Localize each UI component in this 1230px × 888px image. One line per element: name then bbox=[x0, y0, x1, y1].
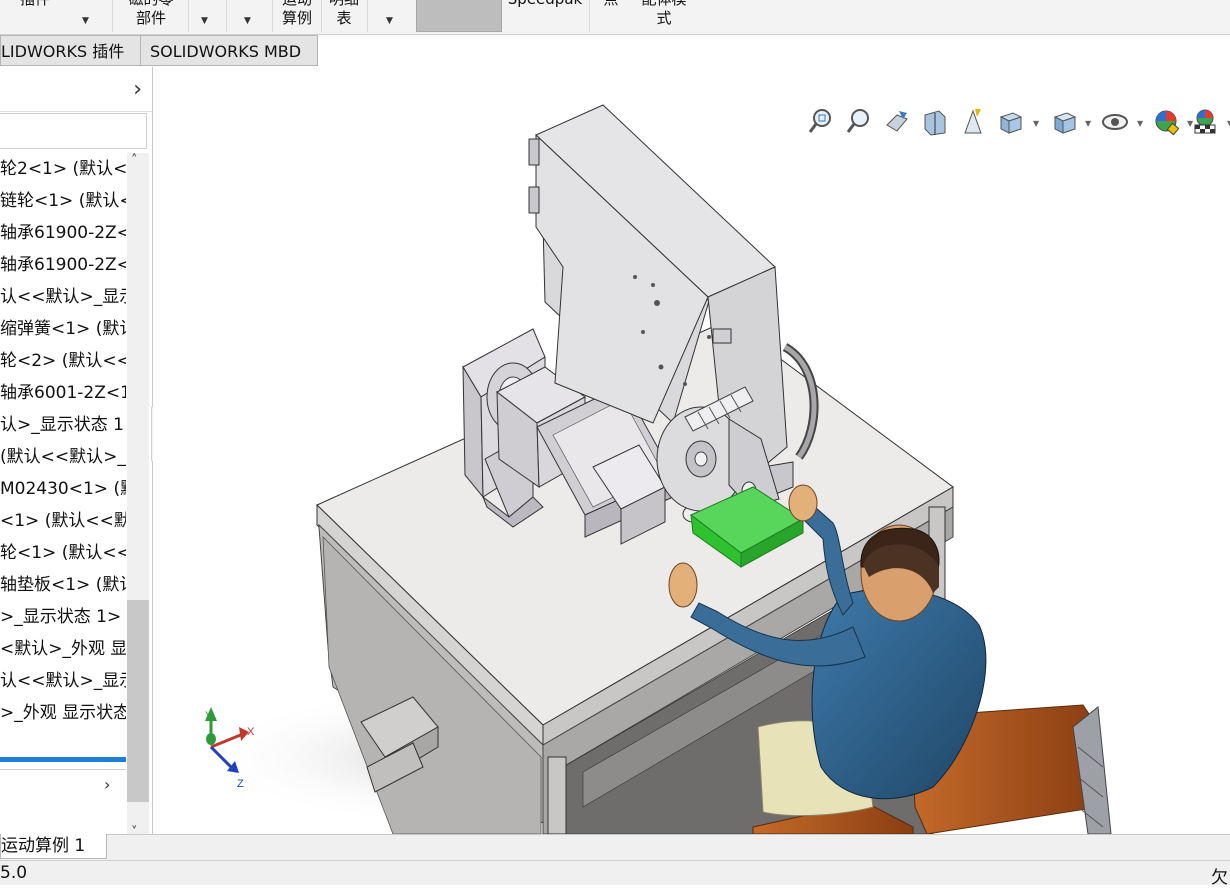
tree-item[interactable]: 轮<1> (默认<<默 bbox=[0, 537, 126, 569]
tree-item[interactable]: 轴承61900-2Z< bbox=[0, 217, 126, 249]
command-manager-ribbon: 插件 ▼ 磁的零 部件 ▼ ▼ 运动 算例 明细 表 ▼ Speedpak 点 … bbox=[0, 0, 1230, 35]
triad-x-label: X bbox=[247, 726, 255, 738]
tree-item[interactable]: 轴承6001-2Z<1 bbox=[0, 377, 126, 409]
tree-item[interactable]: >_外观 显示状态 bbox=[0, 697, 126, 729]
tree-item[interactable]: 轴承61900-2Z< bbox=[0, 249, 126, 281]
ribbon-label: 点 bbox=[596, 0, 626, 8]
ribbon-label: 表 bbox=[336, 9, 352, 27]
tab-motion-study-1[interactable]: 运动算例 1 bbox=[0, 834, 107, 859]
dynamic-annotation-icon[interactable] bbox=[959, 107, 987, 137]
ribbon-button-assembly-mode[interactable]: 配体模 式 bbox=[634, 0, 694, 33]
chevron-down-icon[interactable]: ▼ bbox=[1033, 119, 1039, 128]
ribbon-dropdown-2[interactable]: ▼ bbox=[228, 0, 268, 33]
scrollbar-thumb[interactable] bbox=[127, 600, 149, 802]
tree-item[interactable]: M02430<1> (默 bbox=[0, 473, 126, 505]
ribbon-label: 插件 bbox=[0, 0, 70, 8]
model-view[interactable]: Y X Z bbox=[153, 67, 1230, 834]
hide-show-items-icon[interactable] bbox=[1101, 107, 1129, 137]
zoom-to-fit-icon[interactable] bbox=[807, 107, 835, 137]
tab-solidworks-mbd[interactable]: SOLIDWORKS MBD bbox=[140, 35, 318, 66]
scroll-up-icon[interactable]: ˄ bbox=[131, 153, 138, 168]
status-bar: 5.0 欠 bbox=[0, 860, 1230, 888]
ribbon-label: 配体模 bbox=[634, 0, 694, 8]
ribbon-button-motion-study[interactable]: 运动 算例 bbox=[275, 0, 319, 33]
edit-appearance-icon[interactable] bbox=[1153, 107, 1181, 137]
tree-scrollbar[interactable]: ˄ ˅ bbox=[127, 153, 149, 834]
tree-filter-input[interactable] bbox=[0, 113, 147, 149]
ribbon-dropdown-3[interactable]: ▼ bbox=[368, 0, 412, 33]
scroll-down-icon[interactable]: ˅ bbox=[131, 825, 138, 834]
triad-y-label: Y bbox=[205, 710, 213, 722]
ribbon-gray-button[interactable] bbox=[416, 0, 502, 32]
divider bbox=[0, 769, 126, 770]
tree-item[interactable]: 认>_显示状态 1 bbox=[0, 409, 126, 441]
ribbon-button-addins[interactable]: 插件 ▼ bbox=[0, 0, 89, 33]
tree-item[interactable]: <默认>_外观 显 bbox=[0, 633, 126, 665]
chevron-down-icon[interactable]: ▼ bbox=[386, 13, 393, 30]
ribbon-dropdown-1[interactable]: ▼ bbox=[190, 0, 226, 33]
tree-item[interactable]: >_显示状态 1> bbox=[0, 601, 126, 633]
display-style-icon[interactable] bbox=[1051, 107, 1079, 137]
ribbon-button-point[interactable]: 点 bbox=[596, 0, 626, 33]
chevron-right-icon[interactable]: › bbox=[104, 775, 110, 794]
ribbon-button-speedpak[interactable]: Speedpak bbox=[503, 0, 587, 33]
ribbon-label: Speedpak bbox=[503, 0, 587, 8]
tree-item[interactable]: (默认<<默认>_ bbox=[0, 441, 126, 473]
triad-z-label: Z bbox=[237, 778, 244, 790]
tree-item[interactable]: 链轮<1> (默认< bbox=[0, 185, 126, 217]
chevron-down-icon[interactable]: ▼ bbox=[244, 13, 251, 30]
apply-scene-icon[interactable] bbox=[1191, 107, 1219, 137]
chevron-down-icon[interactable]: ▼ bbox=[82, 13, 89, 30]
tree-item[interactable]: <1> (默认<<默 bbox=[0, 505, 126, 537]
status-version: 5.0 bbox=[0, 863, 28, 883]
ribbon-label: 磁的零 bbox=[116, 0, 186, 8]
tree-item[interactable]: 轴垫板<1> (默认 bbox=[0, 569, 126, 601]
tree-item[interactable]: 认<<默认>_显示 bbox=[0, 281, 126, 313]
tree-header: › bbox=[0, 67, 152, 112]
ribbon-label: 算例 bbox=[281, 9, 312, 27]
ribbon-label: 明细 bbox=[323, 0, 365, 8]
chevron-down-icon[interactable]: ▼ bbox=[201, 13, 208, 30]
tree-item[interactable]: 轮2<1> (默认<< bbox=[0, 153, 126, 185]
ribbon-label: 部件 bbox=[135, 9, 166, 27]
bottom-tab-bar bbox=[0, 834, 1230, 860]
section-view-icon[interactable] bbox=[921, 107, 949, 137]
previous-view-icon[interactable] bbox=[883, 107, 911, 137]
tab-solidworks-addins[interactable]: LIDWORKS 插件 bbox=[0, 35, 141, 66]
zoom-to-area-icon[interactable] bbox=[845, 107, 873, 137]
tree-item[interactable]: 轮<2> (默认<<默 bbox=[0, 345, 126, 377]
chevron-down-icon[interactable]: ▼ bbox=[1085, 119, 1091, 128]
ribbon-button-parts[interactable]: 磁的零 部件 bbox=[116, 0, 186, 33]
chevron-right-icon[interactable]: › bbox=[133, 77, 142, 102]
chevron-down-icon[interactable]: ▼ bbox=[1137, 119, 1143, 128]
feature-manager-tree: › 轮2<1> (默认<<链轮<1> (默认<轴承61900-2Z<轴承6190… bbox=[0, 67, 153, 834]
graphics-viewport[interactable]: Y X Z ▼ ▼ ▼ ▼ bbox=[153, 67, 1230, 834]
ribbon-button-bom[interactable]: 明细 表 bbox=[323, 0, 365, 33]
view-orientation-icon[interactable] bbox=[997, 107, 1025, 137]
ribbon-label: 式 bbox=[656, 9, 672, 27]
status-defined-state: 欠 bbox=[1211, 868, 1228, 888]
tree-item[interactable]: 认<<默认>_显示 bbox=[0, 665, 126, 697]
tree-list: 轮2<1> (默认<<链轮<1> (默认<轴承61900-2Z<轴承61900-… bbox=[0, 153, 126, 753]
tree-progress-bar bbox=[0, 757, 126, 762]
tree-item[interactable]: 缩弹簧<1> (默认 bbox=[0, 313, 126, 345]
ribbon-label: 运动 bbox=[275, 0, 319, 8]
